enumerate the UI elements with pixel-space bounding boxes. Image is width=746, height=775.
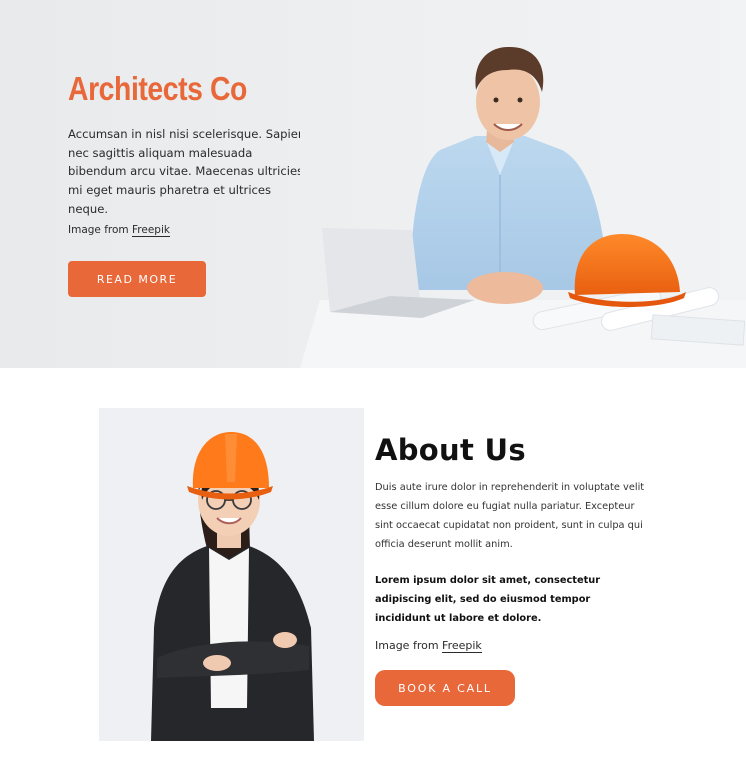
credit-prefix: Image from bbox=[68, 224, 132, 236]
book-a-call-button[interactable]: BOOK A CALL bbox=[375, 670, 515, 706]
freepik-link[interactable]: Freepik bbox=[442, 639, 482, 653]
freepik-link[interactable]: Freepik bbox=[132, 224, 170, 237]
hero-description: Accumsan in nisl nisi scelerisque. Sapie… bbox=[68, 127, 306, 216]
hero-title: Architects Co bbox=[68, 70, 247, 107]
about-description: Duis aute irure dolor in reprehenderit i… bbox=[375, 482, 645, 550]
about-photo bbox=[99, 408, 364, 741]
read-more-button[interactable]: READ MORE bbox=[68, 261, 206, 297]
about-highlight: Lorem ipsum dolor sit amet, consectetur … bbox=[375, 575, 601, 624]
hero-section: Architects Co Accumsan in nisl nisi scel… bbox=[0, 0, 746, 368]
hero-photo bbox=[300, 0, 746, 368]
about-image-credit: Image from Freepik bbox=[375, 639, 482, 653]
about-title: About Us bbox=[375, 433, 526, 467]
credit-prefix: Image from bbox=[375, 639, 443, 652]
hero-image-credit: Image from Freepik bbox=[68, 224, 170, 237]
